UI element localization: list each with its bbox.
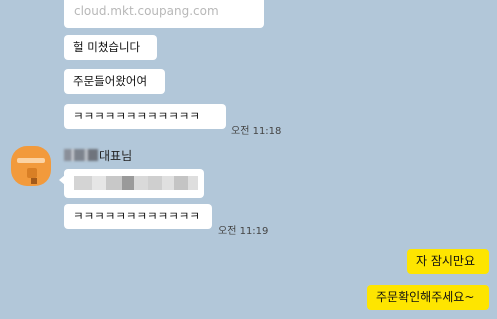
message-text: 헐 미쳤습니다 bbox=[73, 40, 141, 54]
pixel-block bbox=[122, 176, 134, 190]
message-bubble: 주문들어왔어여 bbox=[64, 69, 165, 94]
message-bubble: 헐 미쳤습니다 bbox=[64, 35, 157, 60]
pixel-block bbox=[148, 176, 162, 190]
bubble-tail bbox=[59, 175, 65, 185]
sender-name[interactable]: 대표님 bbox=[64, 147, 132, 164]
message-text: ㅋㅋㅋㅋㅋㅋㅋㅋㅋㅋㅋㅋ bbox=[73, 109, 200, 123]
message-text: 주문확인해주세요~ bbox=[376, 290, 475, 304]
pixel-block bbox=[134, 176, 148, 190]
pixel-block bbox=[188, 176, 198, 190]
message-bubble: ㅋㅋㅋㅋㅋㅋㅋㅋㅋㅋㅋㅋ bbox=[64, 104, 226, 129]
my-message-bubble: 자 잠시만요 bbox=[407, 249, 489, 274]
avatar-image-part bbox=[27, 168, 37, 178]
avatar[interactable] bbox=[11, 146, 51, 186]
pixel-block bbox=[92, 176, 106, 190]
sender-suffix: 대표님 bbox=[99, 149, 133, 163]
pixel-block bbox=[174, 176, 188, 190]
avatar-image-part bbox=[17, 158, 45, 163]
message-text: ㅋㅋㅋㅋㅋㅋㅋㅋㅋㅋㅋㅋ bbox=[73, 209, 200, 223]
message-text: 자 잠시만요 bbox=[416, 254, 476, 268]
message-timestamp: 오전 11:18 bbox=[231, 126, 282, 137]
my-message-bubble: 주문확인해주세요~ bbox=[367, 285, 489, 310]
link-preview-card[interactable]: cloud.mkt.coupang.com bbox=[64, 0, 264, 28]
pixel-block bbox=[162, 176, 174, 190]
message-timestamp: 오전 11:19 bbox=[218, 226, 269, 237]
pixel-block bbox=[106, 176, 122, 190]
pixelated-message-bubble bbox=[59, 169, 204, 198]
link-preview-url[interactable]: cloud.mkt.coupang.com bbox=[74, 4, 219, 18]
message-bubble: ㅋㅋㅋㅋㅋㅋㅋㅋㅋㅋㅋㅋ bbox=[64, 204, 212, 229]
message-text: 주문들어왔어여 bbox=[73, 74, 148, 88]
blurred-name bbox=[64, 149, 98, 161]
pixel-block bbox=[74, 176, 92, 190]
avatar-image-part bbox=[31, 178, 37, 184]
